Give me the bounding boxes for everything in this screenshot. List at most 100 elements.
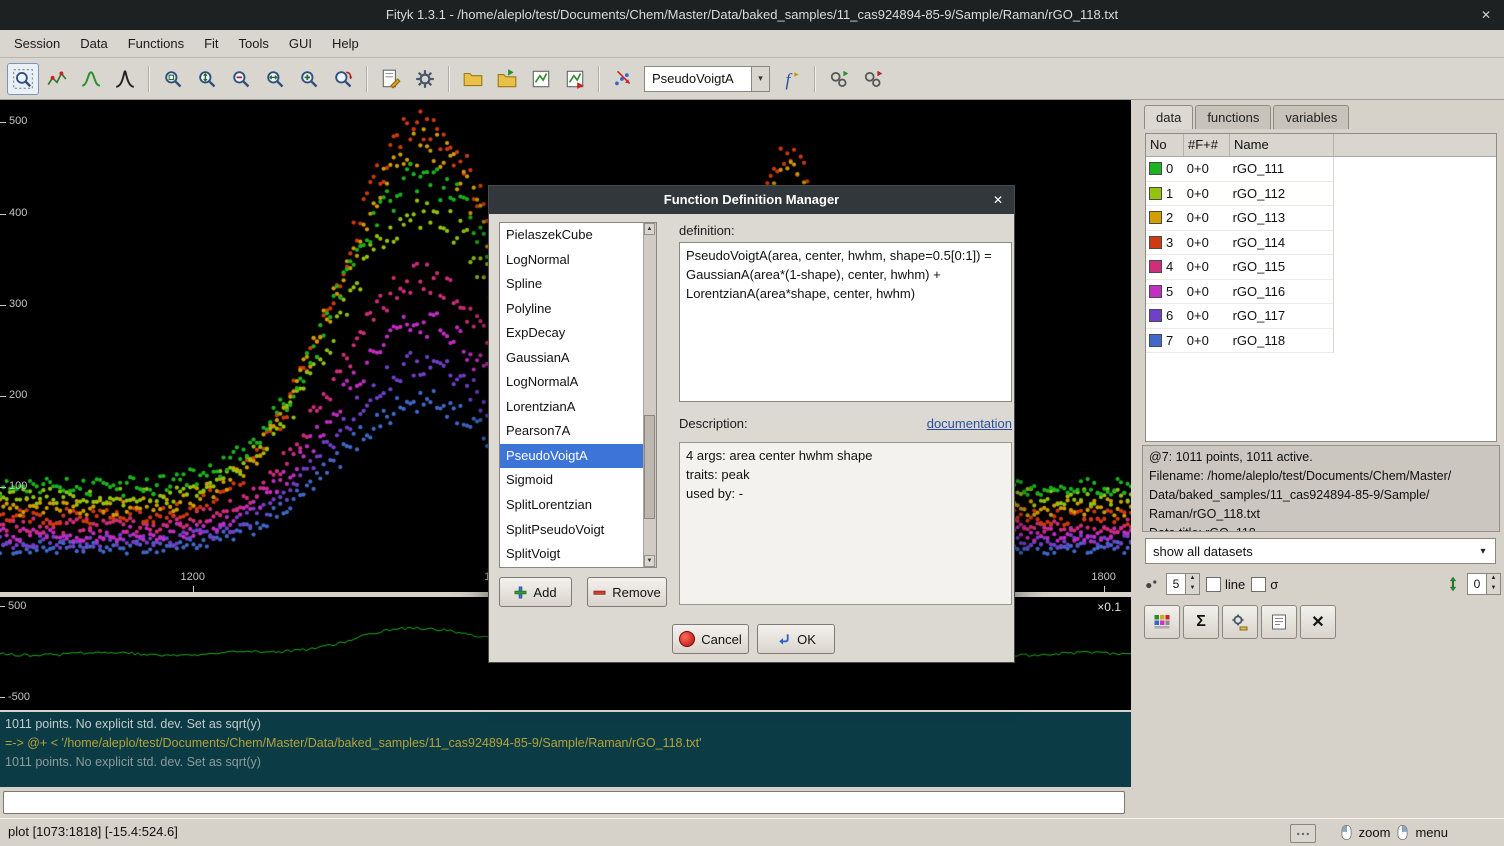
function-list-item[interactable]: ExpDecay (500, 321, 644, 346)
remove-button-label: Remove (612, 585, 660, 600)
cancel-button[interactable]: Cancel (672, 624, 749, 654)
chevron-down-icon: ▾ (1471, 546, 1495, 557)
command-input[interactable] (3, 791, 1125, 814)
function-list-item[interactable]: SplitLorentzian (500, 493, 644, 518)
function-list-item[interactable]: LogNormalA (500, 370, 644, 395)
dataset-color-swatch (1149, 309, 1162, 322)
chart-file-icon (530, 68, 552, 90)
tab-functions[interactable]: functions (1195, 105, 1271, 129)
column-functions[interactable]: #F+# (1184, 134, 1230, 156)
menu-help[interactable]: Help (322, 30, 369, 57)
data-range-mode-button[interactable] (41, 63, 73, 95)
function-list-item[interactable]: PielaszekCube (500, 223, 644, 248)
tab-data[interactable]: data (1144, 105, 1193, 129)
data-transform-button[interactable] (607, 63, 639, 95)
definition-editor[interactable]: PseudoVoigtA(area, center, hwhm, shape=0… (679, 242, 1012, 402)
previous-zoom-button[interactable] (327, 63, 359, 95)
zoom-in-button[interactable] (293, 63, 325, 95)
zoom-out-button[interactable] (225, 63, 257, 95)
function-list-item[interactable]: Pearson7A (500, 419, 644, 444)
function-list-item[interactable]: Sigmoid (500, 468, 644, 493)
chevron-down-icon[interactable]: ▾ (751, 67, 769, 91)
output-console[interactable]: 1011 points. No explicit std. dev. Set a… (0, 712, 1131, 787)
remove-button[interactable]: Remove (587, 577, 667, 607)
edit-title-button[interactable] (1261, 605, 1297, 639)
dataset-row[interactable]: 40+0rGO_115 (1146, 255, 1334, 280)
save-session-button[interactable] (525, 63, 557, 95)
line-checkbox[interactable] (1206, 577, 1221, 592)
add-function-mode-button[interactable] (75, 63, 107, 95)
dataset-row[interactable]: 60+0rGO_117 (1146, 304, 1334, 329)
dataset-table-body: 00+0rGO_11110+0rGO_11220+0rGO_11330+0rGO… (1146, 157, 1496, 353)
add-button[interactable]: Add (499, 577, 572, 607)
open-data-button[interactable] (457, 63, 489, 95)
function-type-select[interactable]: PseudoVoigtA ▾ (644, 66, 770, 92)
folder-arrow-icon (496, 68, 518, 90)
scrollbar-thumb[interactable] (644, 415, 655, 519)
function-list-item[interactable]: Polyline (500, 297, 644, 322)
function-list[interactable]: PielaszekCubeLogNormalSplinePolylineExpD… (499, 222, 657, 568)
sum-button[interactable]: Σ (1183, 605, 1219, 639)
session-settings-button[interactable] (409, 63, 441, 95)
spin-down-icon[interactable]: ▼ (1487, 584, 1500, 594)
dataset-grid-button[interactable] (1144, 605, 1180, 639)
spin-down-icon[interactable]: ▼ (1186, 584, 1199, 594)
function-list-item[interactable]: Spline (500, 272, 644, 297)
window-title: Fityk 1.3.1 - /home/aleplo/test/Document… (0, 0, 1504, 30)
show-datasets-select[interactable]: show all datasets ▾ (1145, 538, 1496, 564)
function-list-scrollbar[interactable]: ▲ ▼ (643, 223, 656, 567)
dataset-row[interactable]: 70+0rGO_118 (1146, 329, 1334, 354)
spin-up-icon[interactable]: ▲ (1186, 574, 1199, 584)
ok-button[interactable]: OK (757, 624, 835, 654)
zoom-all-button[interactable] (157, 63, 189, 95)
export-image-button[interactable] (559, 63, 591, 95)
menu-fit[interactable]: Fit (194, 30, 228, 57)
point-size-spinner[interactable]: 5 ▲▼ (1166, 573, 1200, 595)
dataset-row[interactable]: 50+0rGO_116 (1146, 280, 1334, 305)
mouse-left-icon (1340, 824, 1353, 841)
zoom-horizontal-button[interactable] (259, 63, 291, 95)
function-list-item[interactable]: PseudoVoigtA (500, 444, 644, 469)
auto-add-function-button[interactable]: f (775, 63, 807, 95)
dialog-titlebar[interactable]: Function Definition Manager ✕ (489, 186, 1014, 214)
dataset-row[interactable]: 00+0rGO_111 (1146, 157, 1334, 182)
data-shift-icon (1445, 576, 1461, 592)
menu-functions[interactable]: Functions (118, 30, 194, 57)
dialog-close-button[interactable]: ✕ (993, 186, 1003, 214)
sigma-checkbox[interactable] (1251, 577, 1266, 592)
fit-undo-button[interactable] (857, 63, 889, 95)
y-axis-tick-label: 400 (9, 207, 27, 219)
dataset-row[interactable]: 30+0rGO_114 (1146, 231, 1334, 256)
fit-run-button[interactable] (823, 63, 855, 95)
status-mini-button[interactable] (1290, 824, 1316, 843)
apply-function-button[interactable] (1222, 605, 1258, 639)
edit-script-button[interactable] (375, 63, 407, 95)
menu-gui[interactable]: GUI (279, 30, 322, 57)
reload-data-button[interactable] (491, 63, 523, 95)
spin-up-icon[interactable]: ▲ (1487, 574, 1500, 584)
menu-tools[interactable]: Tools (229, 30, 279, 57)
function-list-item[interactable]: SplitPseudoVoigt (500, 518, 644, 543)
splitter-sash[interactable] (1131, 100, 1140, 818)
window-close-button[interactable]: ✕ (1481, 0, 1491, 30)
column-name[interactable]: Name (1230, 134, 1334, 156)
function-list-item[interactable]: LorentzianA (500, 395, 644, 420)
add-peak-mode-button[interactable] (109, 63, 141, 95)
dataset-row[interactable]: 10+0rGO_112 (1146, 182, 1334, 207)
documentation-link[interactable]: documentation (679, 416, 1012, 431)
zoom-mode-button[interactable] (7, 63, 39, 95)
function-list-item[interactable]: GaussianA (500, 346, 644, 371)
menu-session[interactable]: Session (4, 30, 70, 57)
zoom-vertical-button[interactable] (191, 63, 223, 95)
data-shift-spinner[interactable]: 0 ▲▼ (1467, 573, 1501, 595)
delete-dataset-button[interactable]: ✕ (1300, 605, 1336, 639)
function-list-item[interactable]: LogNormal (500, 248, 644, 273)
scroll-up-icon[interactable]: ▲ (644, 223, 655, 235)
dataset-row[interactable]: 20+0rGO_113 (1146, 206, 1334, 231)
scroll-down-icon[interactable]: ▼ (644, 555, 655, 567)
dataset-info-line: Raman/rGO_118.txt (1149, 505, 1493, 524)
column-no[interactable]: No (1146, 134, 1184, 156)
tab-variables[interactable]: variables (1273, 105, 1349, 129)
function-list-item[interactable]: SplitVoigt (500, 542, 644, 567)
menu-data[interactable]: Data (70, 30, 117, 57)
